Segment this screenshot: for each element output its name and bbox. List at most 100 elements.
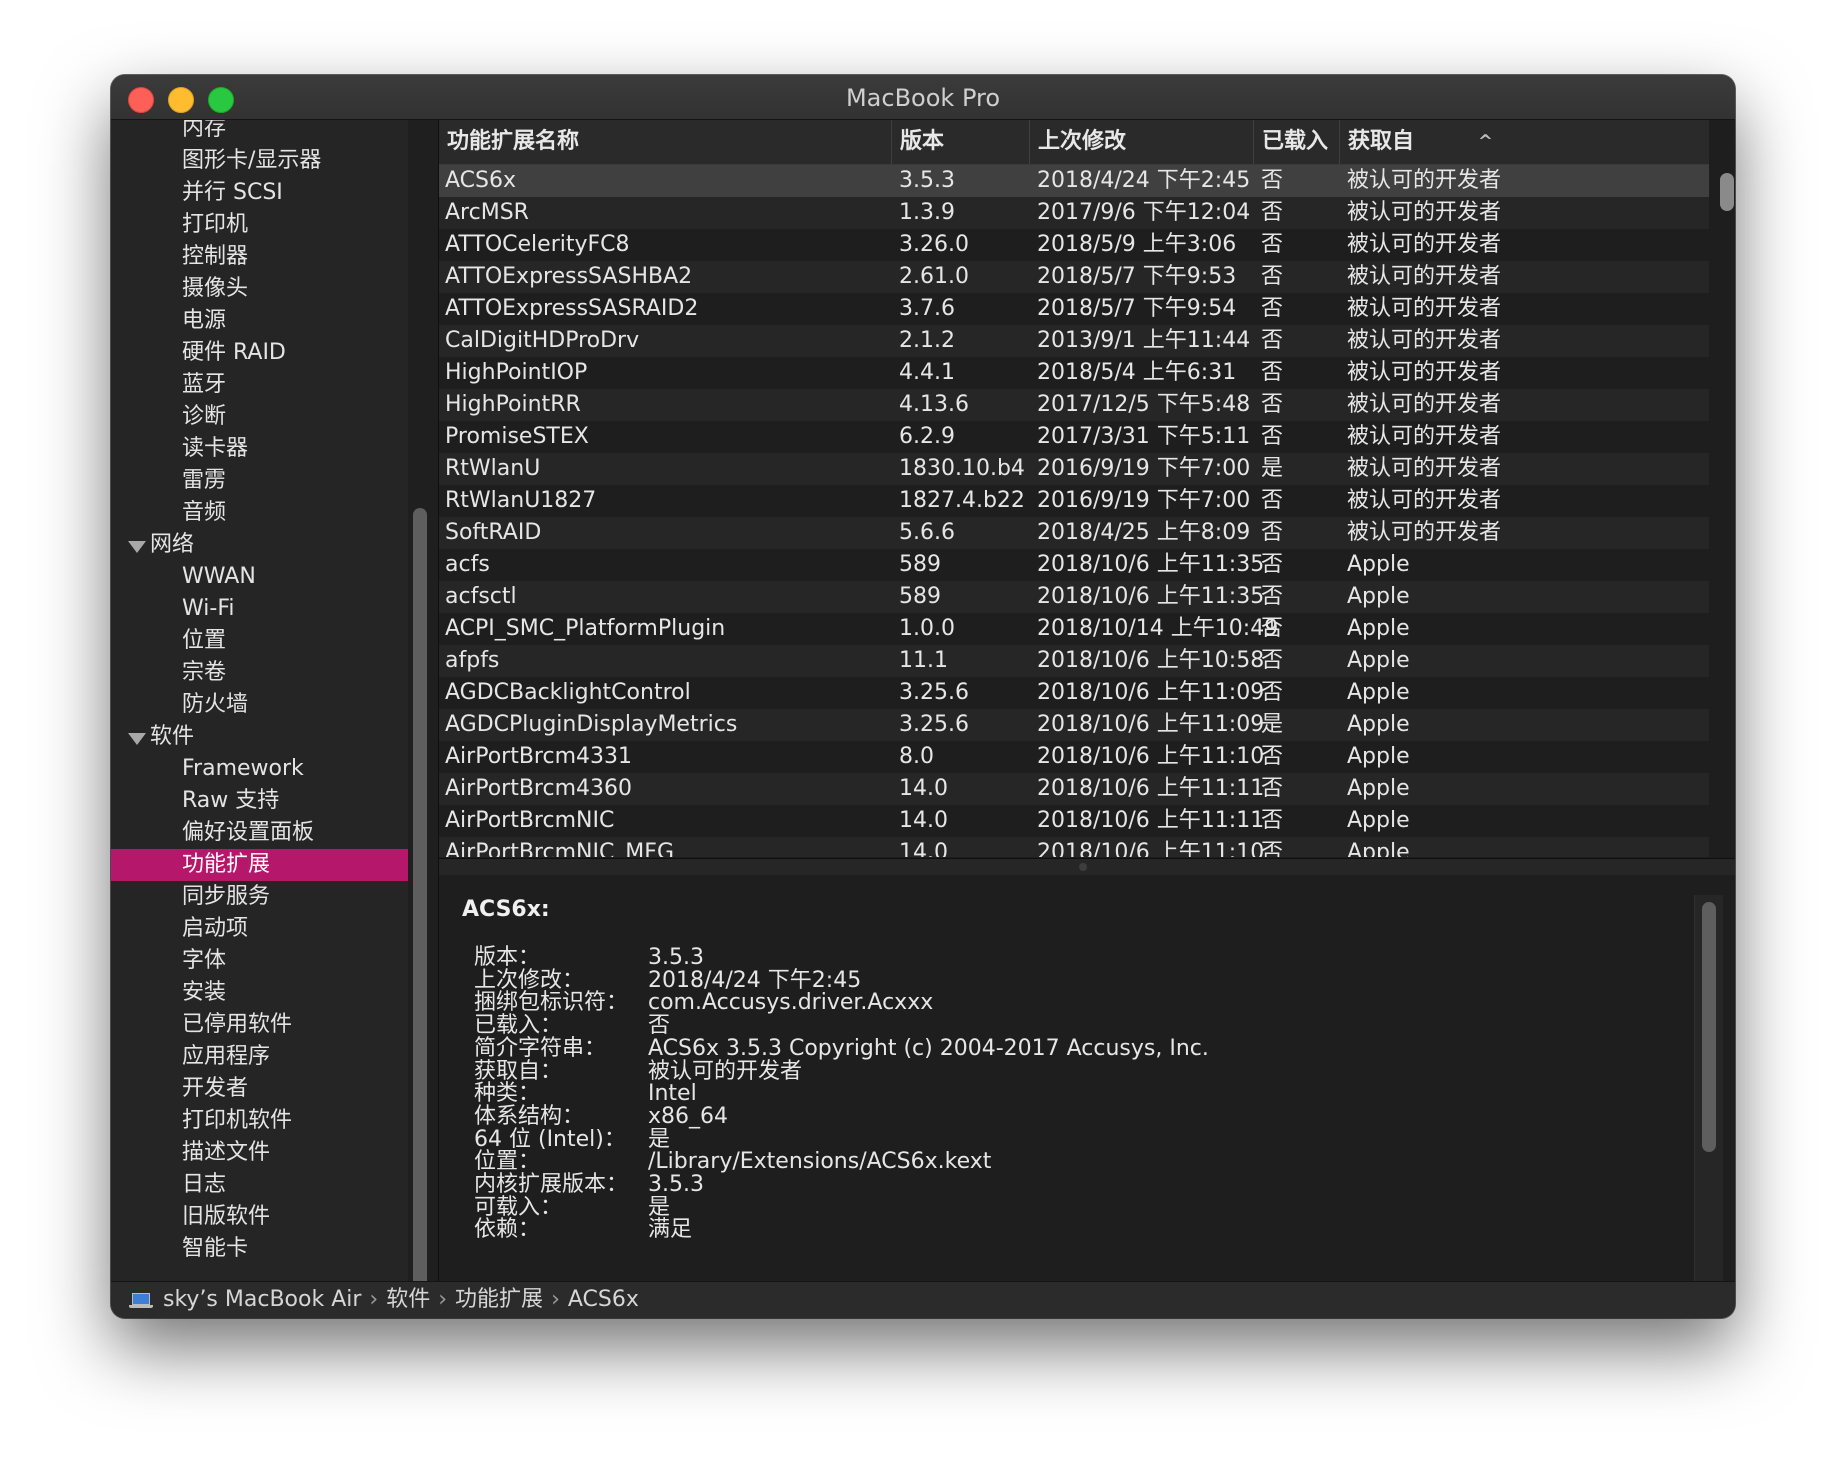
sidebar-item[interactable]: 音频 — [111, 497, 408, 529]
detail-field-value: 满足 — [648, 1217, 693, 1243]
breadcrumb-item[interactable]: sky’s MacBook Air — [163, 1287, 361, 1312]
table-row[interactable]: RtWlanU 1830.10.b4 2016/9/19 下午7:00 是 被认可的开发… — [439, 453, 1709, 485]
sidebar-item[interactable]: 旧版软件 — [111, 1201, 408, 1233]
table-row[interactable]: HighPointRR 4.13.6 2017/12/5 下午5:48 否 被认可的开发… — [439, 389, 1709, 421]
table-cell: 14.0 — [899, 840, 948, 857]
table-row[interactable]: acfsctl 589 2018/10/6 上午11:35 否 Apple — [439, 581, 1709, 613]
column-header-loaded[interactable]: 已载入 — [1253, 120, 1339, 164]
sidebar-item[interactable]: 应用程序 — [111, 1041, 408, 1073]
sidebar-item-label: 摄像头 — [182, 276, 249, 301]
column-header-obtained-from[interactable]: 获取自 ^ — [1339, 120, 1509, 164]
sidebar-item[interactable]: WWAN — [111, 561, 408, 593]
table-cell: 5.6.6 — [899, 520, 955, 545]
table-cell: ACPI_SMC_PlatformPlugin — [445, 616, 726, 641]
table-row[interactable]: AGDCPluginDisplayMetrics 3.25.6 2018/10/6 … — [439, 709, 1709, 741]
table-row[interactable]: AirPortBrcmNIC 14.0 2018/10/6 上午11:11 否 Appl… — [439, 805, 1709, 837]
table-row[interactable]: AirPortBrcm4360 14.0 2018/10/6 上午11:11 否 App… — [439, 773, 1709, 805]
sidebar-item[interactable]: 宗卷 — [111, 657, 408, 689]
table-cell: Apple — [1347, 584, 1410, 609]
sidebar-item[interactable]: 读卡器 — [111, 433, 408, 465]
sidebar-item[interactable]: 防火墙 — [111, 689, 408, 721]
disclosure-triangle-icon[interactable] — [128, 541, 146, 553]
table-cell: acfsctl — [445, 584, 517, 609]
sidebar-item[interactable]: 智能卡 — [111, 1233, 408, 1265]
sidebar-item[interactable]: 摄像头 — [111, 273, 408, 305]
breadcrumb-item[interactable]: 软件 — [386, 1287, 430, 1312]
table-cell: 被认可的开发者 — [1347, 296, 1502, 321]
sidebar-item[interactable]: 功能扩展 — [111, 849, 408, 881]
split-divider[interactable] — [439, 858, 1735, 876]
table-row[interactable]: afpfs 11.1 2018/10/6 上午10:58 否 Apple — [439, 645, 1709, 677]
table-row[interactable]: ATTOExpressSASRAID2 3.7.6 2018/5/7 下午9:54 否… — [439, 293, 1709, 325]
sidebar-item[interactable]: 位置 — [111, 625, 408, 657]
table-scrollbar[interactable] — [1720, 173, 1734, 211]
table-header: 功能扩展名称 版本 上次修改 已载入 获取自 ^ — [439, 120, 1709, 165]
table-cell: Apple — [1347, 616, 1410, 641]
sidebar-item[interactable]: Raw 支持 — [111, 785, 408, 817]
table-row[interactable]: AirPortBrcmNIC_MFG 14.0 2018/10/6 上午11:10 否… — [439, 837, 1709, 857]
sidebar-item-label: 读卡器 — [182, 436, 249, 461]
sidebar-item[interactable]: 同步服务 — [111, 881, 408, 913]
sidebar-item[interactable]: 硬件 RAID — [111, 337, 408, 369]
sidebar-item-label: 已停用软件 — [182, 1012, 293, 1037]
sidebar-item[interactable]: Framework — [111, 753, 408, 785]
table-cell: 8.0 — [899, 744, 934, 769]
sidebar-item[interactable]: 诊断 — [111, 401, 408, 433]
sidebar-item[interactable]: 安装 — [111, 977, 408, 1009]
sidebar-item-label: 软件 — [150, 724, 195, 749]
sidebar-scrollbar[interactable] — [413, 508, 427, 1288]
sidebar-item[interactable]: 图形卡/显示器 — [111, 145, 408, 177]
table-row[interactable]: ATTOExpressSASHBA2 2.61.0 2018/5/7 下午9:53 否… — [439, 261, 1709, 293]
sidebar-item[interactable]: 偏好设置面板 — [111, 817, 408, 849]
sidebar-item[interactable]: 蓝牙 — [111, 369, 408, 401]
table-row[interactable]: AirPortBrcm4331 8.0 2018/10/6 上午11:10 否 Appl… — [439, 741, 1709, 773]
sidebar-item-label: 日志 — [182, 1172, 227, 1197]
table-row[interactable]: ATTOCelerityFC8 3.26.0 2018/5/9 上午3:06 否 被认可… — [439, 229, 1709, 261]
sidebar-item[interactable]: 描述文件 — [111, 1137, 408, 1169]
sidebar-item-label: 打印机软件 — [182, 1108, 293, 1133]
table-cell: 否 — [1261, 200, 1284, 225]
table-row[interactable]: PromiseSTEX 6.2.9 2017/3/31 下午5:11 否 被认可的开发者 — [439, 421, 1709, 453]
sidebar-item[interactable]: 内存 — [111, 120, 408, 145]
sidebar-item[interactable]: 开发者 — [111, 1073, 408, 1105]
table-row[interactable]: RtWlanU1827 1827.4.b22 2016/9/19 下午7:00 否 被认… — [439, 485, 1709, 517]
column-header-modified[interactable]: 上次修改 — [1029, 120, 1253, 164]
sidebar-item[interactable]: 日志 — [111, 1169, 408, 1201]
table-row[interactable]: ACPI_SMC_PlatformPlugin 1.0.0 2018/10/14 上… — [439, 613, 1709, 645]
extensions-table: 功能扩展名称 版本 上次修改 已载入 获取自 ^ ACS6x 3.5.3 2018/… — [439, 120, 1735, 858]
table-body: ACS6x 3.5.3 2018/4/24 下午2:45 否被认可的开发者 ArcMSR… — [439, 165, 1709, 857]
breadcrumb-item[interactable]: ACS6x — [568, 1287, 639, 1312]
table-row[interactable]: HighPointIOP 4.4.1 2018/5/4 上午6:31 否 被认可的开发者 — [439, 357, 1709, 389]
sidebar-item[interactable]: 打印机 — [111, 209, 408, 241]
detail-scrollbar[interactable] — [1702, 902, 1716, 1152]
disclosure-triangle-icon[interactable] — [128, 733, 146, 745]
table-cell: 2013/9/1 上午11:44 — [1037, 328, 1251, 353]
sidebar-item[interactable]: 打印机软件 — [111, 1105, 408, 1137]
sidebar-item[interactable]: 已停用软件 — [111, 1009, 408, 1041]
table-row[interactable]: ACS6x 3.5.3 2018/4/24 下午2:45 否 被认可的开发者 — [439, 165, 1709, 197]
breadcrumb-item[interactable]: 功能扩展 — [455, 1287, 543, 1312]
sidebar-item[interactable]: 控制器 — [111, 241, 408, 273]
table-cell: 否 — [1261, 840, 1284, 857]
table-cell: 2017/9/6 下午12:04 — [1037, 200, 1251, 225]
sidebar-item[interactable]: 启动项 — [111, 913, 408, 945]
sidebar-item[interactable]: 雷雳 — [111, 465, 408, 497]
sidebar-item[interactable]: 字体 — [111, 945, 408, 977]
sidebar-item[interactable]: 并行 SCSI — [111, 177, 408, 209]
sidebar-item-label: 控制器 — [182, 244, 249, 269]
table-cell: 否 — [1261, 232, 1284, 257]
split-handle-icon[interactable] — [1079, 863, 1087, 871]
table-row[interactable]: ArcMSR 1.3.9 2017/9/6 下午12:04 否 被认可的开发者 — [439, 197, 1709, 229]
column-header-name[interactable]: 功能扩展名称 — [439, 120, 891, 164]
table-row[interactable]: AGDCBacklightControl 3.25.6 2018/10/6 上午11… — [439, 677, 1709, 709]
table-row[interactable]: acfs 589 2018/10/6 上午11:35 否 Apple — [439, 549, 1709, 581]
table-row[interactable]: SoftRAID 5.6.6 2018/4/25 上午8:09 否 被认可的开发者 — [439, 517, 1709, 549]
sidebar-item[interactable]: 网络 — [111, 529, 408, 561]
sidebar-item[interactable]: Wi-Fi — [111, 593, 408, 625]
table-row[interactable]: CalDigitHDProDrv 2.1.2 2013/9/1 上午11:44 否 被认… — [439, 325, 1709, 357]
sidebar-item[interactable]: 电源 — [111, 305, 408, 337]
title-bar: MacBook Pro — [111, 75, 1735, 120]
column-header-version[interactable]: 版本 — [891, 120, 1029, 164]
sidebar-item[interactable]: 软件 — [111, 721, 408, 753]
table-cell: RtWlanU — [445, 456, 541, 481]
